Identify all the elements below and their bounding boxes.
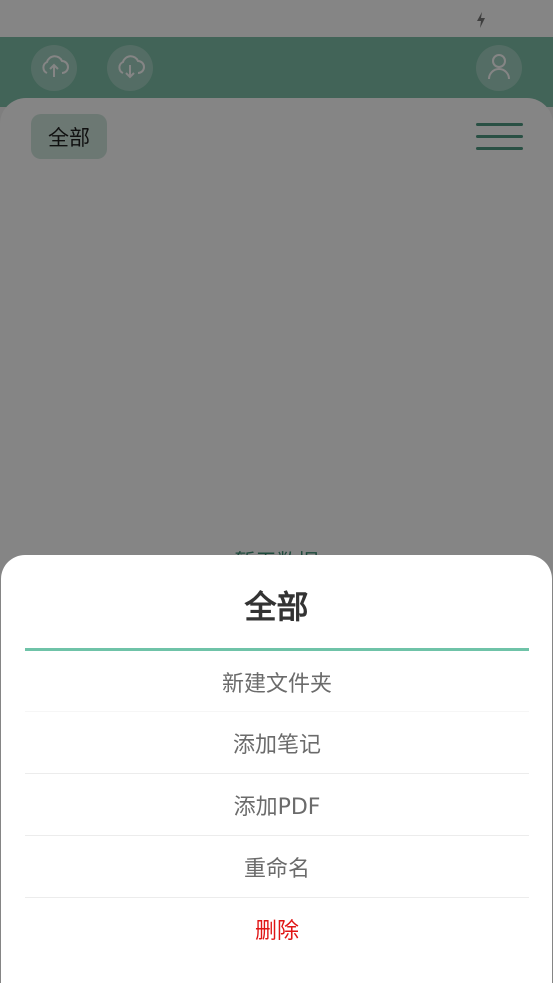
add-note-button[interactable]: 添加笔记	[25, 712, 529, 774]
sheet-title-underline	[25, 648, 529, 651]
action-sheet: 全部 新建文件夹 添加笔记 添加PDF 重命名 删除	[1, 555, 552, 983]
rename-button[interactable]: 重命名	[25, 836, 529, 898]
sheet-action-list: 新建文件夹 添加笔记 添加PDF 重命名 删除	[25, 652, 529, 960]
new-folder-button[interactable]: 新建文件夹	[25, 652, 529, 712]
add-pdf-button[interactable]: 添加PDF	[25, 774, 529, 836]
sheet-title: 全部	[244, 588, 309, 626]
delete-button[interactable]: 删除	[25, 898, 529, 960]
